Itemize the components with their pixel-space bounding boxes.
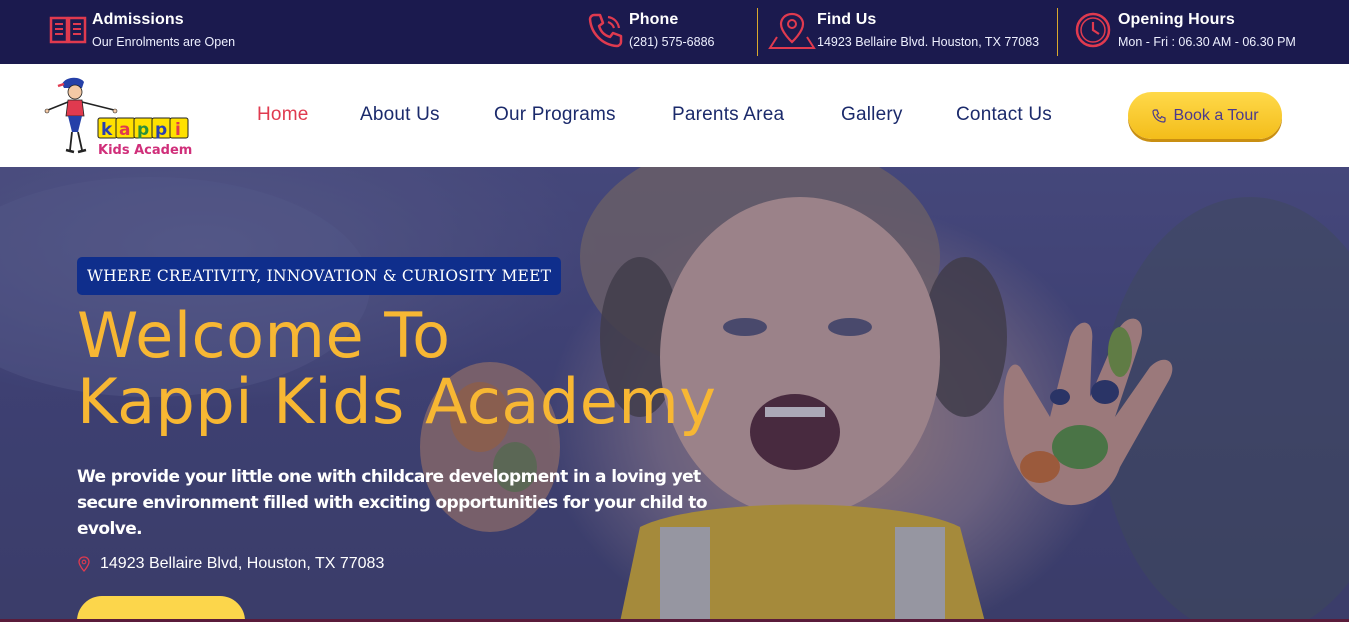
clock-icon bbox=[1073, 10, 1113, 50]
nav-home[interactable]: Home bbox=[257, 104, 308, 126]
find-us-title: Find Us bbox=[817, 11, 877, 28]
hero-address: 14923 Bellaire Blvd, Houston, TX 77083 bbox=[77, 555, 384, 573]
find-us-info[interactable]: Find Us 14923 Bellaire Blvd. Houston, TX… bbox=[768, 10, 1039, 50]
nav-contact-us[interactable]: Contact Us bbox=[956, 104, 1052, 126]
nav-about-us[interactable]: About Us bbox=[360, 104, 440, 126]
divider bbox=[1057, 8, 1058, 56]
hero-title-line1: Welcome To bbox=[77, 299, 451, 372]
find-us-address[interactable]: 14923 Bellaire Blvd. Houston, TX 77083 bbox=[817, 34, 1039, 50]
nav-our-programs[interactable]: Our Programs bbox=[494, 104, 616, 126]
opening-hours-title: Opening Hours bbox=[1118, 11, 1235, 28]
svg-text:p: p bbox=[155, 120, 167, 140]
nav-gallery[interactable]: Gallery bbox=[841, 104, 903, 126]
admissions-title: Admissions bbox=[92, 11, 184, 28]
top-info-bar: Admissions Our Enrolments are Open Phone… bbox=[0, 0, 1349, 64]
hero-description: We provide your little one with childcar… bbox=[77, 467, 708, 539]
svg-text:Kids Academy: Kids Academy bbox=[98, 143, 192, 158]
divider bbox=[757, 8, 758, 56]
location-pin-icon bbox=[77, 556, 91, 572]
phone-info[interactable]: Phone (281) 575-6886 bbox=[585, 10, 714, 50]
hero-banner: WHERE CREATIVITY, INNOVATION & CURIOSITY… bbox=[0, 167, 1349, 622]
hero-address-text: 14923 Bellaire Blvd, Houston, TX 77083 bbox=[100, 555, 385, 572]
opening-hours-text: Mon - Fri : 06.30 AM - 06.30 PM bbox=[1118, 35, 1296, 49]
hero-tagline: WHERE CREATIVITY, INNOVATION & CURIOSITY… bbox=[77, 257, 562, 295]
opening-hours-info: Opening Hours Mon - Fri : 06.30 AM - 06.… bbox=[1073, 10, 1296, 50]
phone-number[interactable]: (281) 575-6886 bbox=[629, 34, 714, 50]
admissions-info: Admissions Our Enrolments are Open bbox=[48, 10, 235, 50]
book-a-tour-label: Book a Tour bbox=[1173, 106, 1259, 124]
svg-text:i: i bbox=[175, 120, 181, 140]
main-navbar: k a p p i Kids Academy Home About Us Our… bbox=[0, 64, 1349, 167]
nav-parents-area[interactable]: Parents Area bbox=[672, 104, 784, 126]
admissions-subtitle: Our Enrolments are Open bbox=[92, 35, 236, 49]
hero-title: Welcome To Kappi Kids Academy bbox=[77, 303, 716, 435]
book-icon bbox=[48, 10, 88, 50]
svg-text:a: a bbox=[119, 120, 130, 140]
phone-icon bbox=[585, 10, 625, 50]
hero-title-line2: Kappi Kids Academy bbox=[77, 365, 717, 438]
site-logo[interactable]: k a p p i Kids Academy bbox=[42, 72, 201, 160]
svg-text:k: k bbox=[101, 120, 113, 140]
phone-title: Phone bbox=[629, 11, 679, 28]
svg-text:p: p bbox=[137, 120, 149, 140]
map-pin-icon bbox=[768, 10, 816, 50]
book-a-tour-button[interactable]: Book a Tour bbox=[1128, 92, 1282, 139]
phone-small-icon bbox=[1151, 108, 1167, 124]
